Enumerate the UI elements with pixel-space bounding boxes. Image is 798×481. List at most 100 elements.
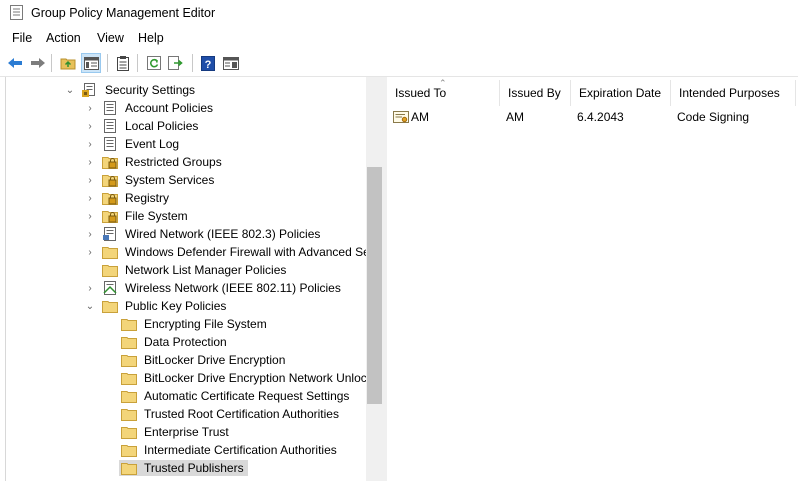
tree-item-enterprise-trust[interactable]: Enterprise Trust: [121, 423, 231, 441]
tree-item-encrypting-file-system[interactable]: Encrypting File System: [121, 315, 269, 333]
tree-item-label: Registry: [125, 191, 170, 205]
certificate-icon: [393, 111, 409, 123]
details-pane[interactable]: Issued To ⌃ Issued By Expiration Date In…: [387, 77, 798, 481]
chevron-right-icon[interactable]: ›: [84, 135, 96, 153]
folder-icon: [121, 427, 137, 439]
tree-item-registry[interactable]: › Registry: [84, 189, 171, 207]
tree-item-wired-network-policies[interactable]: › Wired Network (IEEE 802.3) Policies: [84, 225, 322, 243]
tree-item-restricted-groups[interactable]: › Restricted Groups: [84, 153, 224, 171]
tree-item-automatic-certificate-request[interactable]: Automatic Certificate Request Settings: [121, 387, 351, 405]
locked-folder-icon: [102, 175, 118, 187]
tree-item-bitlocker-network-unlock[interactable]: BitLocker Drive Encryption Network Unloc…: [121, 369, 371, 387]
menu-help[interactable]: Help: [138, 31, 164, 45]
column-issued-by[interactable]: Issued By: [500, 80, 571, 106]
tree-item-network-list-manager[interactable]: Network List Manager Policies: [102, 261, 288, 279]
sort-ascending-icon: ⌃: [439, 78, 447, 88]
tree-item-label: Automatic Certificate Request Settings: [144, 389, 350, 403]
locked-folder-icon: [102, 211, 118, 223]
tree-item-label: Trusted Root Certification Authorities: [144, 407, 339, 421]
wireless-policy-icon: [103, 281, 117, 295]
forward-icon[interactable]: [28, 53, 48, 73]
folder-icon: [121, 463, 137, 475]
policy-editor-app-icon: [10, 5, 23, 20]
chevron-down-icon[interactable]: ⌄: [64, 81, 76, 99]
svg-text:?: ?: [205, 59, 212, 71]
column-intended-purposes[interactable]: Intended Purposes: [671, 80, 796, 106]
chevron-right-icon[interactable]: ›: [84, 171, 96, 189]
refresh-icon[interactable]: [144, 53, 164, 73]
table-row[interactable]: AM AM 6.4.2043 Code Signing: [387, 108, 798, 126]
tree-item-public-key-policies[interactable]: ⌄ Public Key Policies: [84, 297, 228, 315]
tree-item-security-settings[interactable]: ⌄ Security Settings: [64, 81, 197, 99]
chevron-down-icon[interactable]: ⌄: [84, 297, 96, 315]
column-issued-to[interactable]: Issued To ⌃: [387, 78, 500, 106]
tree-item-account-policies[interactable]: › Account Policies: [84, 99, 215, 117]
tree-item-windows-defender-firewall[interactable]: › Windows Defender Firewall with Advance…: [84, 243, 372, 261]
tree-item-label: Local Policies: [125, 119, 199, 133]
back-icon[interactable]: [5, 53, 25, 73]
tree-item-label: Intermediate Certification Authorities: [144, 443, 337, 457]
chevron-right-icon[interactable]: ›: [84, 243, 96, 261]
tree-item-label: Account Policies: [125, 101, 214, 115]
toolbar: ?: [0, 50, 798, 77]
chevron-right-icon[interactable]: ›: [84, 99, 96, 117]
tree-item-local-policies[interactable]: › Local Policies: [84, 117, 200, 135]
tree-item-trusted-root-ca[interactable]: Trusted Root Certification Authorities: [121, 405, 341, 423]
policy-doc-icon: [104, 137, 116, 151]
tree-item-label: Data Protection: [144, 335, 227, 349]
tree-item-trusted-publishers[interactable]: Trusted Publishers: [119, 459, 248, 477]
menu-bar: File Action View Help: [0, 28, 798, 48]
tree-item-label: Encrypting File System: [144, 317, 267, 331]
tree-item-label: File System: [125, 209, 188, 223]
up-folder-icon[interactable]: [58, 53, 78, 73]
properties-icon[interactable]: [113, 53, 133, 73]
tree-item-system-services[interactable]: › System Services: [84, 171, 216, 189]
show-action-pane-icon[interactable]: [221, 53, 241, 73]
locked-folder-icon: [102, 157, 118, 169]
chevron-right-icon[interactable]: ›: [84, 225, 96, 243]
folder-icon: [121, 391, 137, 403]
menu-view[interactable]: View: [97, 31, 124, 45]
tree-item-label: Wired Network (IEEE 802.3) Policies: [125, 227, 321, 241]
chevron-right-icon[interactable]: ›: [84, 207, 96, 225]
tree-item-label: Wireless Network (IEEE 802.11) Policies: [125, 281, 341, 295]
tree-scrollbar[interactable]: [366, 77, 383, 481]
folder-icon: [121, 355, 137, 367]
tree-item-label: Enterprise Trust: [144, 425, 229, 439]
column-expiration-date[interactable]: Expiration Date: [571, 80, 671, 106]
tree-item-label: System Services: [125, 173, 215, 187]
folder-icon: [121, 409, 137, 421]
tree-item-label: Restricted Groups: [125, 155, 222, 169]
policy-doc-icon: [104, 101, 116, 115]
cell-intended-purposes: Code Signing: [677, 110, 750, 124]
menu-file[interactable]: File: [12, 31, 32, 45]
tree-item-label: Trusted Publishers: [144, 461, 244, 475]
tree-item-label: Security Settings: [105, 83, 196, 97]
show-hide-tree-icon[interactable]: [81, 53, 101, 73]
chevron-right-icon[interactable]: ›: [84, 189, 96, 207]
cell-expiration-date: 6.4.2043: [577, 110, 624, 124]
locked-folder-icon: [102, 193, 118, 205]
chevron-right-icon[interactable]: ›: [84, 117, 96, 135]
chevron-right-icon[interactable]: ›: [84, 153, 96, 171]
scrollbar-thumb[interactable]: [367, 167, 382, 404]
tree-item-file-system[interactable]: › File System: [84, 207, 190, 225]
export-list-icon[interactable]: [166, 53, 186, 73]
help-icon[interactable]: ?: [198, 53, 218, 73]
menu-action[interactable]: Action: [46, 31, 81, 45]
title-bar: Group Policy Management Editor: [0, 0, 798, 27]
tree-item-label: BitLocker Drive Encryption Network Unloc…: [144, 371, 370, 385]
tree-item-intermediate-ca[interactable]: Intermediate Certification Authorities: [121, 441, 339, 459]
tree-item-data-protection[interactable]: Data Protection: [121, 333, 229, 351]
tree-item-event-log[interactable]: › Event Log: [84, 135, 181, 153]
folder-icon: [102, 265, 118, 277]
tree-item-label: Windows Defender Firewall with Advanced …: [125, 245, 370, 259]
list-header: Issued To ⌃ Issued By Expiration Date In…: [387, 78, 798, 106]
network-policy-icon: [103, 227, 116, 241]
folder-icon: [102, 247, 118, 259]
tree-item-label: Public Key Policies: [125, 299, 227, 313]
console-tree[interactable]: ⌄ Security Settings › Account Policies ›…: [0, 77, 382, 481]
chevron-right-icon[interactable]: ›: [84, 279, 96, 297]
tree-item-wireless-network-policies[interactable]: › Wireless Network (IEEE 802.11) Policie…: [84, 279, 343, 297]
tree-item-bitlocker-drive-encryption[interactable]: BitLocker Drive Encryption: [121, 351, 287, 369]
